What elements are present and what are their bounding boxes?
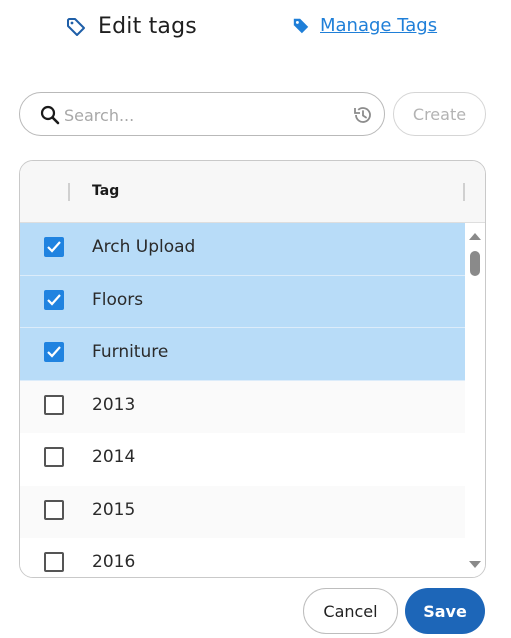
row-checkbox[interactable] xyxy=(44,237,64,257)
title-group: Edit tags xyxy=(66,14,197,39)
create-button[interactable]: Create xyxy=(393,92,486,136)
check-icon xyxy=(47,346,61,358)
table-row[interactable]: Arch Upload xyxy=(20,223,466,276)
row-checkbox[interactable] xyxy=(44,499,64,520)
table-row[interactable]: 2013 xyxy=(20,380,466,433)
table-row[interactable]: 2015 xyxy=(20,485,466,538)
row-checkbox[interactable] xyxy=(44,289,64,310)
tag-name: 2014 xyxy=(92,447,136,467)
row-checkbox[interactable] xyxy=(44,447,64,467)
tag-name: 2015 xyxy=(92,499,136,520)
tag-name: 2013 xyxy=(92,394,136,415)
table-row[interactable]: Furniture xyxy=(20,328,466,381)
table-row[interactable]: 2014 xyxy=(20,433,466,486)
history-icon[interactable] xyxy=(352,104,374,126)
tag-filled-icon xyxy=(292,16,312,36)
column-divider[interactable] xyxy=(68,183,70,201)
check-icon xyxy=(47,241,61,253)
table-header: Tag xyxy=(20,161,485,223)
scroll-up-arrow-icon[interactable] xyxy=(469,233,481,240)
vertical-scrollbar[interactable] xyxy=(465,223,485,577)
search-box[interactable] xyxy=(19,92,385,136)
column-header-tag[interactable]: Tag xyxy=(92,183,119,199)
check-icon xyxy=(47,293,61,306)
tag-name: Floors xyxy=(92,289,144,310)
tag-name: Furniture xyxy=(92,342,169,362)
scroll-down-arrow-icon[interactable] xyxy=(469,561,481,568)
search-icon xyxy=(40,105,60,125)
search-input[interactable] xyxy=(64,103,334,127)
row-checkbox[interactable] xyxy=(44,394,64,415)
tag-name: 2016 xyxy=(92,552,136,572)
tag-outline-icon xyxy=(66,16,88,38)
table-row[interactable]: 2016 xyxy=(20,538,466,577)
scrollbar-thumb[interactable] xyxy=(470,251,480,276)
dialog-header: Edit tags Manage Tags xyxy=(0,0,511,64)
save-button[interactable]: Save xyxy=(405,588,485,634)
row-checkbox[interactable] xyxy=(44,342,64,362)
tag-name: Arch Upload xyxy=(92,237,196,257)
table-body: Arch Upload Floors Furniture 2013 2014 2… xyxy=(20,223,466,577)
table-row[interactable]: Floors xyxy=(20,275,466,328)
tags-table: Tag Arch Upload Floors Furniture 2013 20… xyxy=(19,160,486,578)
column-divider[interactable] xyxy=(463,183,465,201)
manage-tags-link[interactable]: Manage Tags xyxy=(292,15,437,36)
row-checkbox[interactable] xyxy=(44,552,64,572)
dialog-title: Edit tags xyxy=(98,14,197,39)
manage-tags-label[interactable]: Manage Tags xyxy=(320,15,437,36)
cancel-button[interactable]: Cancel xyxy=(303,588,398,634)
